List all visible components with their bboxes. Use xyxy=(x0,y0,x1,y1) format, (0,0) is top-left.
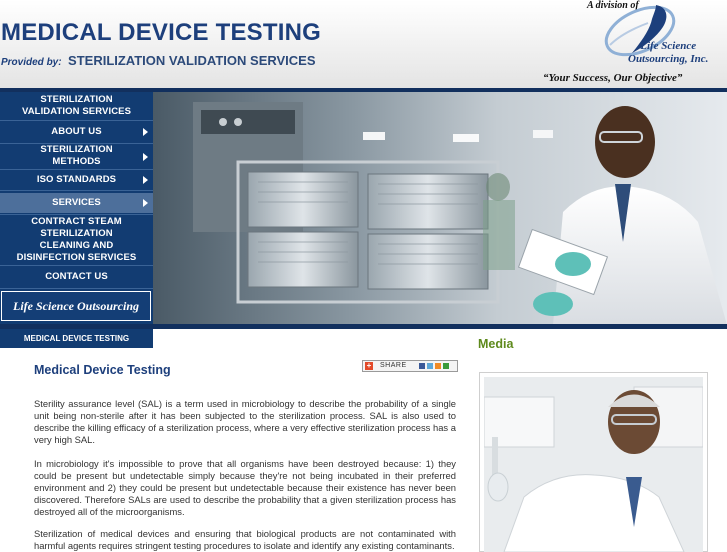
share-button[interactable]: + SHARE xyxy=(362,360,458,372)
site-header: MEDICAL DEVICE TESTING Provided by: STER… xyxy=(0,0,727,88)
hero-image xyxy=(153,92,727,325)
nav-label: ABOUT US xyxy=(51,126,102,137)
nav-item-contract-steam-sterilization[interactable]: CONTRACT STEAM STERILIZATION xyxy=(0,216,153,240)
arrow-right-icon xyxy=(143,176,148,184)
logo-line2: Outsourcing, Inc. xyxy=(628,53,709,65)
tagline: “Your Success, Our Objective” xyxy=(543,72,683,84)
page-title: Medical Device Testing xyxy=(34,363,171,377)
nav-label: SERVICES xyxy=(52,197,101,208)
provided-by-name[interactable]: STERILIZATION VALIDATION SERVICES xyxy=(68,53,316,68)
arrow-right-icon xyxy=(143,128,148,136)
nav-divider xyxy=(0,214,153,215)
nav-item-iso-standards[interactable]: ISO STANDARDS xyxy=(0,170,153,190)
nav-item-about-us[interactable]: ABOUT US xyxy=(0,121,153,143)
site-title: MEDICAL DEVICE TESTING xyxy=(1,19,321,46)
lso-logo-text[interactable]: Life Science Outsourcing, Inc. xyxy=(628,40,708,66)
nav-label: STERILIZATION xyxy=(40,228,113,239)
nav-label: DISINFECTION SERVICES xyxy=(16,252,137,263)
provided-by: Provided by: STERILIZATION VALIDATION SE… xyxy=(1,52,316,70)
nav-label: VALIDATION SERVICES xyxy=(21,106,132,117)
logo-line1: Life Science xyxy=(640,40,697,52)
life-science-outsourcing-button[interactable]: Life Science Outsourcing xyxy=(1,291,151,321)
nav-item-sterilization-validation-services[interactable]: STERILIZATION VALIDATION SERVICES xyxy=(0,94,153,118)
email-icon xyxy=(435,363,441,369)
paragraph: Sterilization of medical devices and ens… xyxy=(34,528,456,552)
nav-label: CLEANING AND xyxy=(39,240,114,251)
nav-label: METHODS xyxy=(52,156,101,167)
media-image[interactable] xyxy=(484,377,703,552)
nav-item-contact-us[interactable]: CONTACT US xyxy=(0,266,153,288)
share-label: SHARE xyxy=(380,362,407,369)
media-illustration xyxy=(484,377,703,552)
nav-label: STERILIZATION xyxy=(40,144,113,155)
paragraph: Sterility assurance level (SAL) is a ter… xyxy=(34,398,456,446)
more-icon xyxy=(443,363,449,369)
plus-icon: + xyxy=(365,361,373,370)
hero-illustration xyxy=(193,102,727,325)
nav-item-cleaning-disinfection[interactable]: CLEANING AND DISINFECTION SERVICES xyxy=(0,240,153,264)
arrow-right-icon xyxy=(143,152,148,161)
nav-divider xyxy=(0,190,153,191)
nav-label: ISO STANDARDS xyxy=(36,174,117,185)
nav-label: STERILIZATION xyxy=(40,94,113,105)
provided-by-prefix: Provided by: xyxy=(1,57,62,68)
nav-label: CONTACT US xyxy=(45,271,108,282)
nav-item-services[interactable]: SERVICES xyxy=(0,193,153,213)
media-heading: Media xyxy=(478,337,514,351)
nav-label: CONTRACT STEAM xyxy=(31,216,122,227)
paragraph: In microbiology it's impossible to prove… xyxy=(34,458,456,518)
media-frame[interactable] xyxy=(479,372,708,552)
twitter-icon xyxy=(427,363,433,369)
arrow-right-icon xyxy=(143,199,148,207)
nav-item-sterilization-methods[interactable]: STERILIZATION METHODS xyxy=(0,144,153,169)
breadcrumb[interactable]: MEDICAL DEVICE TESTING xyxy=(0,329,153,348)
facebook-icon xyxy=(419,363,425,369)
nav-divider xyxy=(0,288,153,289)
